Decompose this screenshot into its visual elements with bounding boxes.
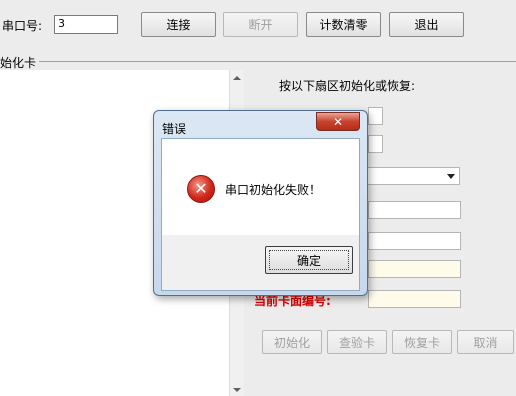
cancel-button[interactable]: 取消: [457, 330, 514, 354]
current-card-field: [368, 290, 461, 308]
init-button[interactable]: 初始化: [262, 330, 322, 354]
check-card-button[interactable]: 查验卡: [327, 330, 387, 354]
scroll-down-icon[interactable]: [233, 388, 241, 392]
dialog-body: ✕ 串口初始化失败！ 确定: [161, 138, 360, 291]
restore-card-button[interactable]: 恢复卡: [392, 330, 452, 354]
port-label: 串口号:: [2, 19, 43, 33]
exit-button[interactable]: 退出: [389, 12, 464, 37]
dialog-title: 错误: [162, 122, 187, 136]
reset-count-button[interactable]: 计数清零: [306, 12, 381, 37]
sector-heading: 按以下扇区初始化或恢复:: [279, 79, 416, 93]
group-divider: [0, 61, 516, 62]
sector-field-2[interactable]: [368, 135, 383, 153]
sector-field-1[interactable]: [368, 107, 383, 125]
sector-select[interactable]: [364, 167, 460, 185]
group-title: 始化卡: [0, 54, 40, 71]
ok-label: 确定: [296, 253, 321, 268]
port-input[interactable]: 3: [54, 15, 118, 34]
toolbar: 串口号: 3 连接 断开 计数清零 退出: [0, 0, 516, 52]
readonly-field: [368, 260, 461, 278]
close-icon[interactable]: ✕: [316, 112, 360, 131]
chevron-down-icon[interactable]: [444, 169, 458, 183]
error-dialog: 错误 ✕ ✕ 串口初始化失败！ 确定: [153, 110, 368, 296]
dialog-message-area: ✕ 串口初始化失败！: [162, 139, 359, 235]
disconnect-button[interactable]: 断开: [223, 12, 298, 37]
key-field-a[interactable]: [368, 201, 461, 219]
key-field-b[interactable]: [368, 232, 461, 250]
scroll-up-icon[interactable]: [233, 76, 241, 80]
error-icon: ✕: [187, 175, 215, 203]
ok-button[interactable]: 确定: [265, 246, 353, 274]
connect-button[interactable]: 连接: [141, 12, 216, 37]
error-message: 串口初始化失败！: [225, 183, 322, 197]
